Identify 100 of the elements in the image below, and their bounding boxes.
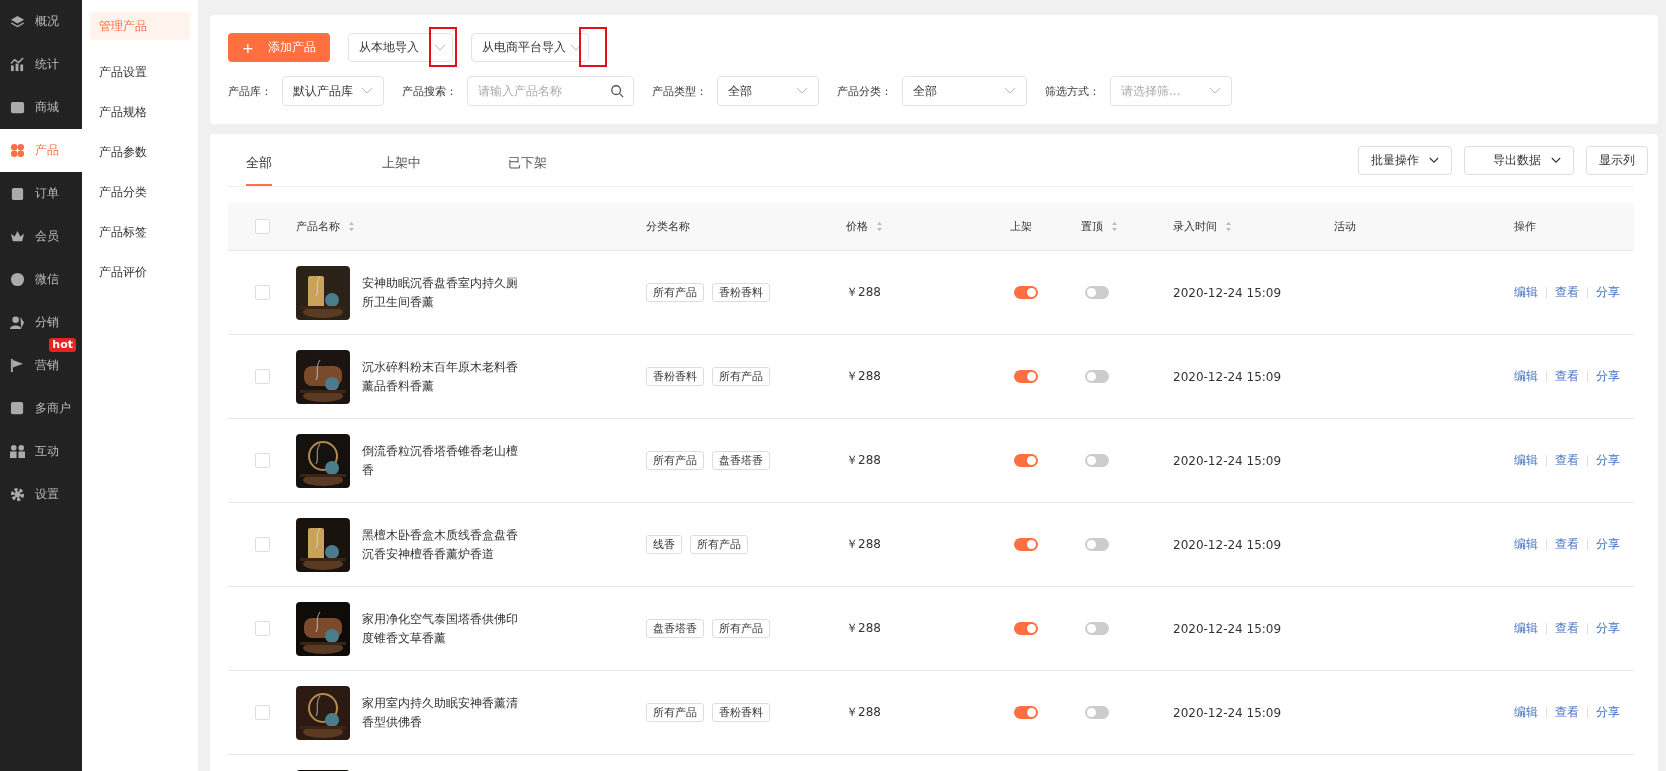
row-action-link[interactable]: 分享 (1596, 452, 1620, 469)
sort-icon[interactable] (1111, 221, 1118, 232)
chevron-icon (1209, 87, 1221, 95)
select-all-checkbox[interactable] (254, 219, 270, 234)
sort-icon[interactable] (876, 221, 883, 232)
row-action-link[interactable]: 分享 (1596, 620, 1620, 637)
row-action-link[interactable]: 编辑 (1514, 452, 1538, 469)
shelf-toggle[interactable] (1014, 286, 1038, 299)
import-dropdown[interactable]: 从电商平台导入 (470, 33, 589, 62)
sidebar-item[interactable]: 订单 (0, 172, 82, 215)
product-name: 家用室内持久助眠安神香薰清香型供佛香 (362, 694, 519, 731)
row-action-link[interactable]: 分享 (1596, 368, 1620, 385)
row-checkbox[interactable] (254, 285, 270, 300)
date-text: 2020-12-24 15:09 (1173, 537, 1282, 552)
row-action-link[interactable]: 编辑 (1514, 620, 1538, 637)
select-field[interactable]: 全部 (902, 76, 1027, 106)
date-text: 2020-12-24 15:09 (1173, 453, 1282, 468)
row-action-link[interactable]: 编辑 (1514, 368, 1538, 385)
submenu-item[interactable]: 产品评价 (90, 252, 190, 292)
select-field[interactable]: 默认产品库 (282, 76, 384, 106)
action-button[interactable]: 显示列 (1586, 145, 1648, 175)
date-text: 2020-12-24 15:09 (1173, 369, 1282, 384)
category-tag: 盘香塔香 (646, 619, 704, 638)
pin-toggle[interactable] (1085, 370, 1109, 383)
sidebar-item[interactable]: 会员 (0, 215, 82, 258)
shelf-toggle[interactable] (1014, 538, 1038, 551)
shelf-toggle[interactable] (1014, 706, 1038, 719)
select-field[interactable]: 全部 (717, 76, 819, 106)
row-checkbox[interactable] (254, 537, 270, 552)
pin-toggle[interactable] (1085, 454, 1109, 467)
chart-icon (10, 57, 25, 72)
submenu-item[interactable]: 产品规格 (90, 92, 190, 132)
action-button[interactable]: 导出数据 (1464, 145, 1574, 175)
chevron-icon (569, 43, 582, 52)
row-action-link[interactable]: 查看 (1555, 284, 1579, 301)
sidebar-item[interactable]: 微信 (0, 258, 82, 301)
grid-icon (10, 143, 25, 158)
row-action-link[interactable]: 分享 (1596, 704, 1620, 721)
pin-toggle[interactable] (1085, 706, 1109, 719)
row-checkbox[interactable] (254, 621, 270, 636)
tab[interactable]: 上架中 (382, 154, 472, 186)
crown-icon (10, 229, 25, 244)
row-action-link[interactable]: 分享 (1596, 284, 1620, 301)
shelf-toggle[interactable] (1014, 454, 1038, 467)
shelf-toggle[interactable] (1014, 622, 1038, 635)
category-tag: 香粉香料 (646, 367, 704, 386)
people-icon (10, 444, 25, 459)
category-tag: 所有产品 (712, 619, 770, 638)
tab[interactable]: 全部 (246, 154, 272, 186)
row-action-link[interactable]: 编辑 (1514, 536, 1538, 553)
price-text: ￥288 (846, 368, 881, 385)
sort-icon[interactable] (348, 221, 355, 232)
product-name: 家用净化空气泰国塔香供佛印度锥香文草香薰 (362, 610, 519, 647)
category-tag: 所有产品 (712, 367, 770, 386)
row-action-link[interactable]: 编辑 (1514, 704, 1538, 721)
tab[interactable]: 已下架 (508, 154, 598, 186)
sidebar-item[interactable]: 设置 (0, 473, 82, 516)
gear-icon (10, 487, 25, 502)
row-action-link[interactable]: 查看 (1555, 452, 1579, 469)
chevron-icon (1004, 87, 1016, 95)
filter-label: 产品分类： (837, 83, 892, 99)
category-tag: 所有产品 (646, 703, 704, 722)
sidebar-item[interactable]: 多商户 (0, 387, 82, 430)
row-action-link[interactable]: 查看 (1555, 620, 1579, 637)
search-icon (610, 84, 624, 98)
import-dropdown[interactable]: 从本地导入 (347, 33, 453, 62)
submenu-item[interactable]: 产品分类 (90, 172, 190, 212)
row-checkbox[interactable] (254, 453, 270, 468)
sidebar-item[interactable]: 互动 (0, 430, 82, 473)
sidebar-item[interactable]: 统计 (0, 43, 82, 86)
sort-icon[interactable] (1225, 221, 1232, 232)
row-checkbox[interactable] (254, 705, 270, 720)
date-text: 2020-12-24 15:09 (1173, 705, 1282, 720)
category-tag: 所有产品 (646, 451, 704, 470)
pin-toggle[interactable] (1085, 286, 1109, 299)
filter-label: 产品类型： (652, 83, 707, 99)
column-header: 操作 (1514, 219, 1536, 234)
row-action-link[interactable]: 查看 (1555, 704, 1579, 721)
row-checkbox[interactable] (254, 369, 270, 384)
row-action-link[interactable]: 编辑 (1514, 284, 1538, 301)
shelf-toggle[interactable] (1014, 370, 1038, 383)
submenu-item[interactable]: 产品设置 (90, 52, 190, 92)
action-button[interactable]: 批量操作 (1358, 145, 1452, 175)
sidebar-item[interactable]: 商城 (0, 86, 82, 129)
submenu-item[interactable]: 产品参数 (90, 132, 190, 172)
product-name: 黑檀木卧香盒木质线香盒盘香沉香安神檀香香薰炉香道 (362, 526, 519, 563)
pin-toggle[interactable] (1085, 538, 1109, 551)
submenu-item[interactable]: 产品标签 (90, 212, 190, 252)
sidebar-item[interactable]: 概况 (0, 0, 82, 43)
pin-toggle[interactable] (1085, 622, 1109, 635)
flag-icon (10, 358, 25, 373)
row-action-link[interactable]: 查看 (1555, 536, 1579, 553)
chevron-icon (361, 87, 373, 95)
row-action-link[interactable]: 查看 (1555, 368, 1579, 385)
row-action-link[interactable]: 分享 (1596, 536, 1620, 553)
layers-icon (10, 14, 25, 29)
date-text: 2020-12-24 15:09 (1173, 285, 1282, 300)
column-header: 置顶 (1081, 219, 1103, 234)
search-field[interactable]: 请输入产品名称 (467, 76, 634, 106)
category-tag: 盘香塔香 (712, 451, 770, 470)
